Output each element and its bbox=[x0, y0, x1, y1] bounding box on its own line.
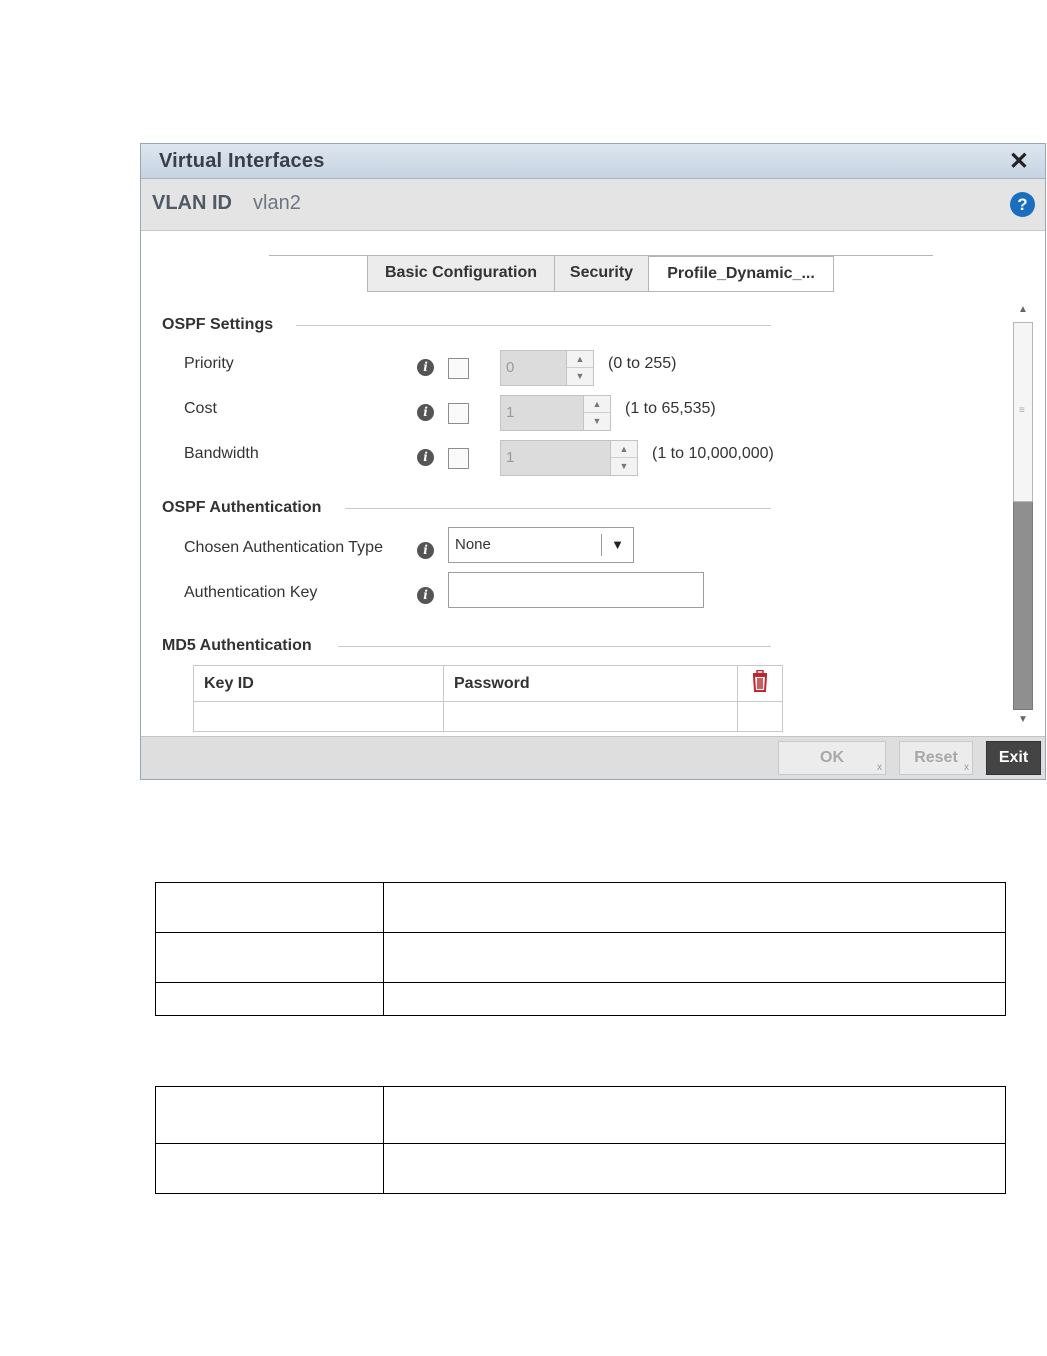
cost-stepper[interactable]: 1 ▲ ▼ bbox=[500, 395, 611, 431]
spin-down-icon[interactable]: ▼ bbox=[584, 413, 610, 430]
section-divider bbox=[338, 646, 771, 647]
spin-up-icon[interactable]: ▲ bbox=[611, 441, 637, 458]
vertical-scrollbar[interactable]: ▲ ≡ ▼ bbox=[1009, 300, 1037, 732]
table-row bbox=[155, 882, 1006, 933]
spin-down-icon[interactable]: ▼ bbox=[567, 368, 593, 385]
table-cell bbox=[383, 1086, 1006, 1144]
info-icon[interactable]: i bbox=[417, 449, 434, 466]
column-header-key-id[interactable]: Key ID bbox=[193, 665, 444, 702]
ok-button[interactable]: OK x bbox=[778, 741, 886, 775]
table-cell bbox=[155, 1143, 384, 1194]
table-cell bbox=[155, 932, 384, 983]
info-icon[interactable]: i bbox=[417, 359, 434, 376]
table-cell bbox=[383, 932, 1006, 983]
dialog-footer: OK x Reset x Exit bbox=[141, 736, 1045, 779]
table-cell bbox=[155, 882, 384, 933]
info-icon[interactable]: i bbox=[417, 587, 434, 604]
table-cell[interactable] bbox=[193, 701, 444, 732]
auth-type-select[interactable]: None ▼ bbox=[448, 527, 634, 563]
grip-icon: ≡ bbox=[1019, 405, 1025, 416]
info-icon[interactable]: i bbox=[417, 404, 434, 421]
spin-up-icon[interactable]: ▲ bbox=[584, 396, 610, 413]
spin-down-icon[interactable]: ▼ bbox=[611, 458, 637, 475]
md5-authentication-heading: MD5 Authentication bbox=[162, 637, 312, 654]
table-cell bbox=[383, 882, 1006, 933]
tab-security[interactable]: Security bbox=[554, 255, 649, 292]
reset-button[interactable]: Reset x bbox=[899, 741, 973, 775]
bandwidth-label: Bandwidth bbox=[184, 445, 259, 462]
table-row bbox=[155, 1143, 1006, 1194]
exit-button[interactable]: Exit bbox=[986, 741, 1041, 775]
ok-label: OK bbox=[820, 749, 844, 766]
tab-content: OSPF Settings Priority i 0 ▲ ▼ (0 to 255… bbox=[141, 294, 1009, 736]
tab-profile-dynamic[interactable]: Profile_Dynamic_... bbox=[648, 255, 834, 292]
small-x-icon: x bbox=[964, 762, 969, 773]
doc-table-2 bbox=[155, 1086, 1006, 1194]
table-cell bbox=[383, 1143, 1006, 1194]
reset-label: Reset bbox=[914, 749, 958, 766]
table-cell bbox=[383, 982, 1006, 1016]
priority-label: Priority bbox=[184, 355, 234, 372]
section-divider bbox=[345, 508, 771, 509]
bandwidth-range: (1 to 10,000,000) bbox=[652, 445, 774, 462]
bandwidth-checkbox[interactable] bbox=[448, 448, 469, 469]
trash-icon[interactable] bbox=[737, 665, 783, 702]
vlan-header: VLAN ID vlan2 ? bbox=[141, 179, 1045, 231]
cost-range: (1 to 65,535) bbox=[625, 400, 716, 417]
table-row bbox=[155, 982, 1006, 1016]
stepper-buttons: ▲ ▼ bbox=[566, 351, 593, 385]
md5-key-table: Key ID Password bbox=[193, 665, 783, 732]
auth-key-input[interactable] bbox=[448, 572, 704, 608]
priority-stepper[interactable]: 0 ▲ ▼ bbox=[500, 350, 594, 386]
table-cell bbox=[737, 701, 783, 732]
vlan-id-value: vlan2 bbox=[253, 192, 301, 214]
dialog-titlebar: Virtual Interfaces ✕ bbox=[141, 144, 1045, 179]
ospf-settings-heading: OSPF Settings bbox=[162, 316, 274, 333]
column-header-password[interactable]: Password bbox=[443, 665, 738, 702]
cost-label: Cost bbox=[184, 400, 217, 417]
priority-checkbox[interactable] bbox=[448, 358, 469, 379]
virtual-interfaces-dialog: Virtual Interfaces ✕ VLAN ID vlan2 ? Bas… bbox=[140, 143, 1046, 780]
auth-type-value: None bbox=[455, 536, 491, 553]
vlan-id-label: VLAN ID bbox=[152, 192, 232, 214]
close-icon[interactable]: ✕ bbox=[1009, 147, 1029, 176]
doc-table-1 bbox=[155, 882, 1006, 1016]
scroll-up-icon[interactable]: ▲ bbox=[1015, 304, 1031, 316]
section-divider bbox=[296, 325, 771, 326]
table-cell[interactable] bbox=[443, 701, 738, 732]
table-cell bbox=[155, 982, 384, 1016]
chevron-down-icon[interactable]: ▼ bbox=[601, 534, 633, 556]
priority-range: (0 to 255) bbox=[608, 355, 677, 372]
info-icon[interactable]: i bbox=[417, 542, 434, 559]
table-cell bbox=[155, 1086, 384, 1144]
table-row bbox=[155, 932, 1006, 983]
help-icon[interactable]: ? bbox=[1010, 192, 1035, 217]
table-row bbox=[193, 701, 783, 732]
scroll-thumb[interactable]: ≡ bbox=[1013, 322, 1033, 502]
scroll-down-icon[interactable]: ▼ bbox=[1015, 714, 1031, 726]
tab-basic-configuration[interactable]: Basic Configuration bbox=[367, 255, 555, 292]
cost-value: 1 bbox=[506, 404, 515, 421]
cost-checkbox[interactable] bbox=[448, 403, 469, 424]
table-header-row: Key ID Password bbox=[193, 665, 783, 702]
table-row bbox=[155, 1086, 1006, 1144]
spin-up-icon[interactable]: ▲ bbox=[567, 351, 593, 368]
ospf-authentication-heading: OSPF Authentication bbox=[162, 499, 322, 516]
dialog-title: Virtual Interfaces bbox=[159, 150, 325, 172]
bandwidth-stepper[interactable]: 1 ▲ ▼ bbox=[500, 440, 638, 476]
auth-key-label: Authentication Key bbox=[184, 584, 318, 601]
auth-type-label: Chosen Authentication Type bbox=[184, 539, 383, 556]
priority-value: 0 bbox=[506, 359, 515, 376]
stepper-buttons: ▲ ▼ bbox=[610, 441, 637, 475]
small-x-icon: x bbox=[877, 762, 882, 773]
stepper-buttons: ▲ ▼ bbox=[583, 396, 610, 430]
bandwidth-value: 1 bbox=[506, 449, 515, 466]
